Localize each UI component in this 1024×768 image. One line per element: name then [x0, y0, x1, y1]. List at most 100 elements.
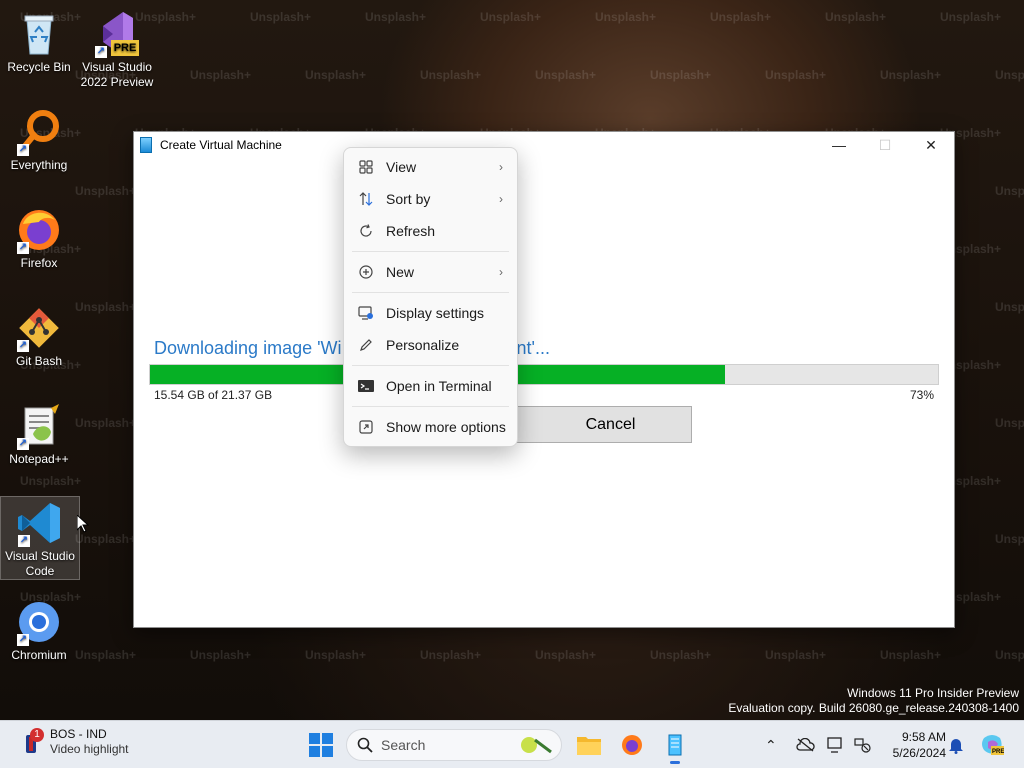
plus-circle-icon — [358, 264, 374, 280]
monitor-icon — [827, 737, 842, 753]
watermark-text: Unsplash+ — [75, 532, 137, 546]
firefox-icon — [622, 735, 642, 755]
expand-icon — [358, 419, 374, 435]
desktop-icon-notepad-plus-plus[interactable]: ↗ Notepad++ — [0, 400, 78, 467]
minimize-button[interactable]: — — [816, 132, 862, 158]
show-hidden-icons-button[interactable]: ⌃ — [765, 734, 777, 756]
watermark-text: Unsplash+ — [995, 300, 1024, 314]
watermark-text: Unsplash+ — [75, 184, 137, 198]
desktop-icon-visual-studio-2022-preview[interactable]: PRE ↗ Visual Studio 2022 Preview — [78, 8, 156, 90]
mouse-cursor-icon — [77, 515, 89, 533]
watermark-text: Unsplash+ — [650, 648, 712, 662]
chevron-right-icon: › — [499, 160, 503, 174]
watermark-text: Unsplash+ — [765, 648, 827, 662]
evaluation-line-1: Windows 11 Pro Insider Preview — [847, 686, 1019, 700]
desktop-icon-label: Git Bash — [15, 354, 63, 368]
desktop-icon-visual-studio-code[interactable]: ↗ Visual Studio Code — [0, 496, 80, 580]
tray-network[interactable] — [853, 734, 871, 756]
menu-item-label: View — [386, 159, 417, 175]
menu-item-refresh[interactable]: Refresh — [344, 215, 517, 247]
menu-item-new[interactable]: New › — [344, 256, 517, 288]
search-icon — [357, 737, 373, 753]
menu-separator — [352, 406, 509, 407]
tray-copilot[interactable]: PRE — [980, 734, 1004, 756]
menu-item-display-settings[interactable]: Display settings — [344, 297, 517, 329]
desktop-icon-everything[interactable]: ↗ Everything — [0, 106, 78, 173]
watermark-text: Unsplash+ — [995, 532, 1024, 546]
terminal-icon — [358, 378, 374, 394]
watermark-text: Unsplash+ — [650, 68, 712, 82]
desktop-icon-firefox[interactable]: ↗ Firefox — [0, 204, 78, 271]
watermark-text: Unsplash+ — [305, 648, 367, 662]
grid-icon — [358, 159, 374, 175]
taskbar-search-box[interactable]: Search — [346, 729, 562, 761]
desktop-icon-label: Firefox — [20, 256, 58, 270]
firefox-icon: ↗ — [15, 206, 63, 254]
cancel-button[interactable]: Cancel — [489, 406, 692, 443]
menu-item-sort-by[interactable]: Sort by › — [344, 183, 517, 215]
search-highlight-icon — [521, 737, 552, 754]
download-status-head: Downloading image 'Wi — [154, 338, 342, 358]
watermark-text: Unsplash+ — [20, 474, 82, 488]
desktop-icon-label: Everything — [10, 158, 68, 172]
chevron-right-icon: › — [499, 192, 503, 206]
app-window-icon — [140, 137, 152, 153]
maximize-button[interactable]: ☐ — [862, 132, 908, 158]
notification-badge: 1 — [30, 728, 44, 742]
menu-item-label: Sort by — [386, 191, 431, 207]
watermark-text: Unsplash+ — [480, 10, 542, 24]
window-titlebar[interactable]: Create Virtual Machine — ☐ ✕ — [134, 132, 954, 158]
taskbar-create-vm-app[interactable] — [659, 729, 691, 764]
preview-badge: PRE — [111, 40, 139, 56]
tray-notifications[interactable] — [948, 734, 964, 756]
desktop-icon-label: Chromium — [11, 648, 67, 662]
watermark-text: Unsplash+ — [420, 648, 482, 662]
start-button[interactable] — [309, 733, 333, 757]
desktop[interactable]: Unsplash+ Unsplash+ Unsplash+ Unsplash+ Unsp… — [0, 0, 1024, 720]
everything-magnifier-icon: ↗ — [15, 108, 63, 156]
tray-onedrive[interactable] — [795, 734, 815, 756]
tray-display[interactable] — [827, 734, 845, 756]
create-virtual-machine-window[interactable]: Create Virtual Machine — ☐ ✕ Downloading… — [133, 131, 955, 628]
shortcut-arrow-icon: ↗ — [17, 438, 29, 450]
bell-icon — [949, 739, 963, 754]
watermark-text: Unsplash+ — [75, 416, 137, 430]
taskbar-firefox[interactable] — [616, 729, 648, 761]
cancel-button-label: Cancel — [585, 415, 636, 433]
watermark-text: Unsplash+ — [995, 648, 1024, 662]
menu-item-personalize[interactable]: Personalize — [344, 329, 517, 361]
desktop-icon-git-bash[interactable]: ↗ Git Bash — [0, 302, 78, 369]
refresh-icon — [358, 223, 374, 239]
close-button[interactable]: ✕ — [908, 132, 954, 158]
desktop-icon-recycle-bin[interactable]: Recycle Bin — [0, 8, 78, 75]
taskbar-file-explorer[interactable] — [573, 729, 605, 761]
visual-studio-preview-icon: PRE ↗ — [93, 10, 141, 58]
watermark-text: Unsplash+ — [305, 68, 367, 82]
widgets-button[interactable]: 1 BOS - IND Video highlight — [22, 727, 129, 757]
menu-item-show-more-options[interactable]: Show more options — [344, 411, 517, 443]
shortcut-arrow-icon: ↗ — [17, 634, 29, 646]
evaluation-watermark: Windows 11 Pro Insider Preview Evaluatio… — [728, 686, 1019, 716]
taskbar[interactable]: 1 BOS - IND Video highlight Search ⌃ 9:5… — [0, 720, 1024, 768]
desktop-context-menu[interactable]: View › Sort by › Refresh New › Display s… — [343, 147, 518, 447]
watermark-text: Unsplash+ — [880, 648, 942, 662]
watermark-text: Unsplash+ — [75, 300, 137, 314]
menu-item-label: Open in Terminal — [386, 378, 492, 394]
svg-text:PRE: PRE — [992, 749, 1004, 755]
shortcut-arrow-icon: ↗ — [17, 242, 29, 254]
desktop-icon-chromium[interactable]: ↗ Chromium — [0, 596, 78, 663]
desktop-icon-label: Visual Studio 2022 Preview — [80, 60, 154, 89]
menu-item-view[interactable]: View › — [344, 151, 517, 183]
chromium-icon: ↗ — [15, 598, 63, 646]
menu-item-open-in-terminal[interactable]: Open in Terminal — [344, 370, 517, 402]
evaluation-line-2: Evaluation copy. Build 26080.ge_release.… — [728, 701, 1019, 715]
taskbar-clock[interactable]: 9:58 AM 5/26/2024 — [880, 729, 946, 761]
network-icon — [854, 738, 871, 753]
watermark-text: Unsplash+ — [995, 68, 1024, 82]
download-progress-bar — [149, 364, 939, 385]
shortcut-arrow-icon: ↗ — [95, 46, 107, 58]
watermark-text: Unsplash+ — [765, 68, 827, 82]
shortcut-arrow-icon: ↗ — [17, 144, 29, 156]
shortcut-arrow-icon: ↗ — [18, 535, 30, 547]
watermark-text: Unsplash+ — [190, 648, 252, 662]
